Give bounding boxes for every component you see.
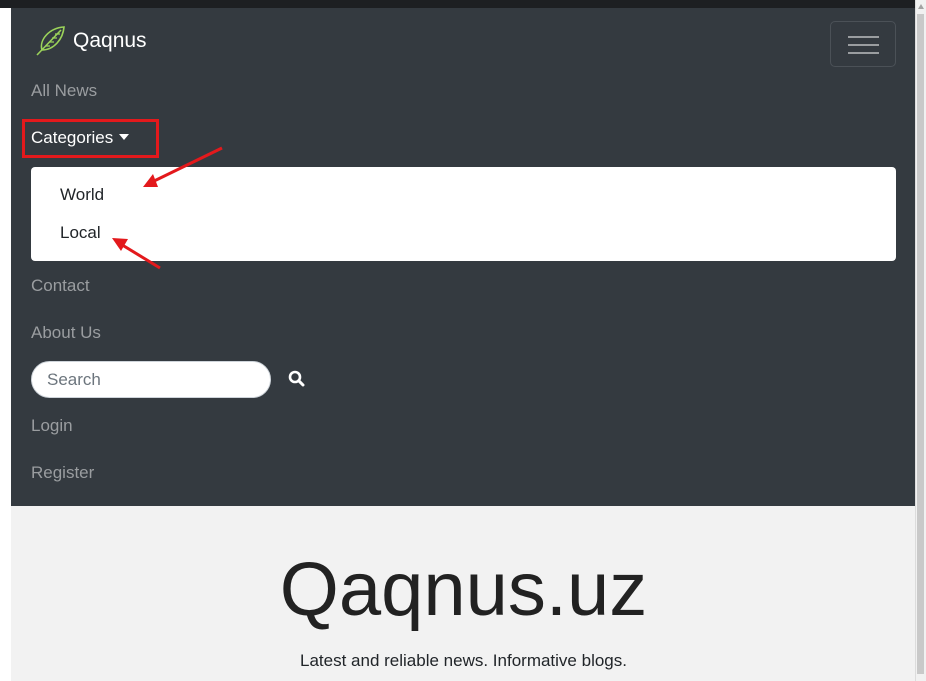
brand[interactable]: Qaqnus: [33, 24, 147, 58]
scroll-up-icon[interactable]: [918, 4, 924, 9]
navbar: Qaqnus All News Categories World Local C…: [11, 8, 916, 506]
scrollbar-thumb[interactable]: [917, 14, 924, 674]
nav-link-about-us[interactable]: About Us: [31, 323, 101, 343]
dropdown-item-local[interactable]: Local: [60, 223, 101, 243]
nav-link-login[interactable]: Login: [31, 416, 73, 436]
hero-lead: Latest and reliable news. Informative bl…: [300, 651, 627, 670]
hero-section: Qaqnus.uz Latest and reliable news. Info…: [11, 506, 916, 681]
categories-dropdown-menu: World Local: [31, 167, 896, 261]
feather-icon: [36, 26, 65, 56]
brand-name: Qaqnus: [73, 29, 147, 52]
search-input[interactable]: [31, 361, 271, 398]
window-left-edge: [0, 8, 11, 681]
hero-title: Qaqnus.uz: [279, 547, 648, 632]
nav-link-register[interactable]: Register: [31, 463, 94, 483]
window-top-edge: [0, 0, 916, 8]
categories-label: Categories: [31, 128, 114, 147]
dropdown-item-world[interactable]: World: [60, 185, 104, 205]
search-icon[interactable]: [287, 369, 307, 389]
caret-down-icon: [119, 134, 130, 140]
nav-link-all-news[interactable]: All News: [31, 81, 97, 101]
categories-dropdown-toggle[interactable]: Categories: [31, 128, 130, 148]
nav-link-contact[interactable]: Contact: [31, 276, 90, 296]
hamburger-icon: [848, 36, 879, 38]
scrollbar[interactable]: [915, 0, 926, 681]
navbar-toggler-button[interactable]: [830, 21, 896, 67]
